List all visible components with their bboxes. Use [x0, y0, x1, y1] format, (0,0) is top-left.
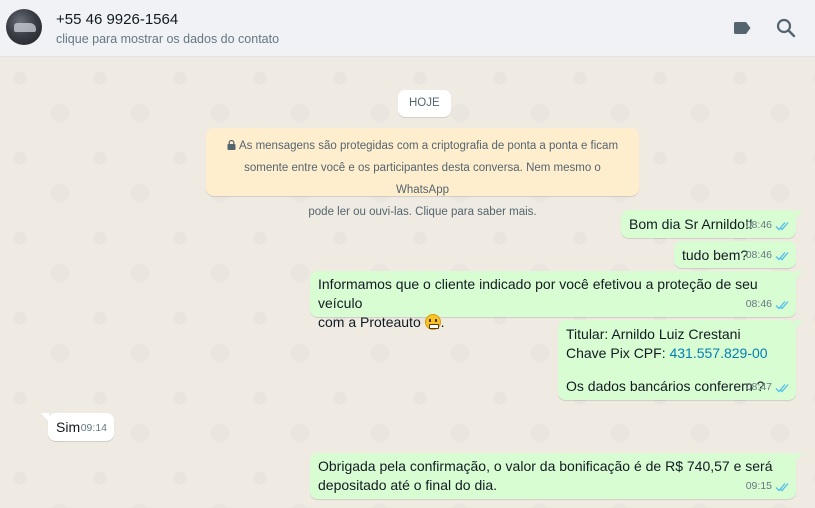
label-icon[interactable]: [731, 17, 753, 39]
message-time: 09:15: [745, 480, 772, 492]
message-text-line-2: depositado até o final do dia.: [318, 477, 498, 493]
message-list[interactable]: HOJE As mensagens são protegidas com a c…: [0, 58, 815, 508]
double-check-icon: [775, 482, 789, 491]
message-outgoing[interactable]: Obrigada pela confirmação, o valor da bo…: [310, 453, 803, 499]
message-text: Bom dia Sr Arnildo!!: [629, 216, 753, 232]
message-text-line-2-end: .: [440, 314, 445, 330]
message-text-line-1: Obrigada pela confirmação, o valor da bo…: [318, 458, 773, 474]
grimacing-face-emoji: [424, 314, 441, 330]
message-time: 08:46: [745, 249, 772, 261]
message-text-line-2: com a Proteauto: [318, 314, 421, 330]
message-time: 08:46: [745, 219, 772, 231]
contact-avatar[interactable]: [6, 9, 42, 45]
cpf-link[interactable]: 431.557.829-00: [669, 345, 767, 361]
message-text: Sim: [56, 419, 81, 435]
double-check-icon: [775, 300, 789, 309]
double-check-icon: [775, 221, 789, 230]
message-time: 08:46: [745, 298, 772, 310]
message-text-line-2: Chave Pix CPF:: [566, 345, 670, 361]
notice-line-2: somente entre você e os participantes de…: [244, 162, 601, 196]
search-icon[interactable]: [775, 17, 797, 39]
message-outgoing[interactable]: Bom dia Sr Arnildo!! 08:46: [621, 210, 803, 238]
notice-line-1: As mensagens são protegidas com a cripto…: [238, 140, 619, 152]
message-incoming[interactable]: Sim 09:14: [41, 413, 114, 441]
message-time: 09:14: [80, 422, 107, 434]
date-separator: HOJE: [398, 90, 451, 117]
bubble-tail: [795, 320, 803, 329]
bubble-tail: [41, 413, 49, 422]
notice-line-3: pode ler ou ouvi-las. Clique para saber …: [308, 206, 537, 218]
message-text: tudo bem?: [682, 247, 749, 263]
double-check-icon: [775, 251, 789, 260]
contact-name[interactable]: +55 46 9926-1564: [56, 11, 178, 28]
message-text-line-1: Titular: Arnildo Luiz Crestani: [566, 326, 741, 342]
lock-icon: [227, 140, 236, 150]
contact-subtitle[interactable]: clique para mostrar os dados do contato: [56, 32, 279, 46]
message-time: 08:47: [745, 381, 772, 393]
bubble-tail: [795, 453, 803, 462]
bubble-tail: [795, 271, 803, 280]
bubble-tail: [795, 210, 803, 219]
encryption-notice[interactable]: As mensagens são protegidas com a cripto…: [206, 128, 639, 218]
message-outgoing[interactable]: tudo bem? 08:46: [674, 241, 796, 268]
message-outgoing[interactable]: Informamos que o cliente indicado por vo…: [310, 271, 803, 330]
message-text-line-1: Informamos que o cliente indicado por vo…: [318, 276, 758, 311]
chat-header[interactable]: +55 46 9926-1564 clique para mostrar os …: [0, 0, 815, 57]
double-check-icon: [775, 383, 789, 392]
message-outgoing[interactable]: Titular: Arnildo Luiz Crestani Chave Pix…: [558, 320, 803, 400]
